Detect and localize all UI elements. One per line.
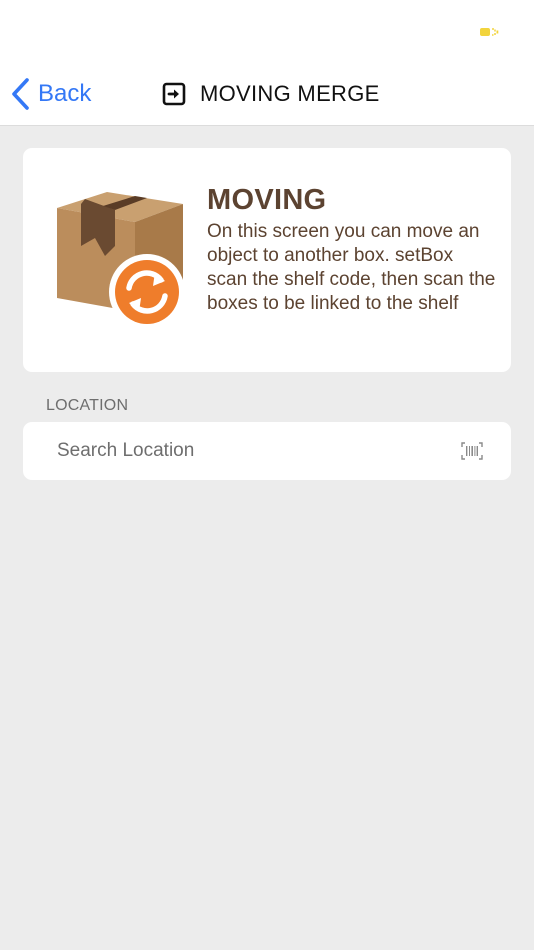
search-location-input[interactable] [57,422,437,480]
barcode-scan-icon[interactable] [461,442,483,460]
search-location-field[interactable] [23,422,511,480]
navigation-bar: Back MOVING MERGE [0,62,534,126]
back-label: Back [38,80,92,107]
status-bar [0,0,534,62]
battery-charging-icon [480,28,499,36]
back-button[interactable]: Back [10,76,91,112]
page-title: MOVING MERGE [200,81,380,106]
location-section-label: LOCATION [46,397,129,414]
cardboard-box-swap-icon [57,192,185,330]
nav-title-group: MOVING MERGE [162,76,380,112]
chevron-left-icon [12,78,29,110]
info-card: MOVING On this screen you can move an ob… [23,148,511,372]
info-description: On this screen you can move an object to… [207,221,496,314]
exit-arrow-icon [162,82,186,106]
info-heading: MOVING [207,184,327,216]
